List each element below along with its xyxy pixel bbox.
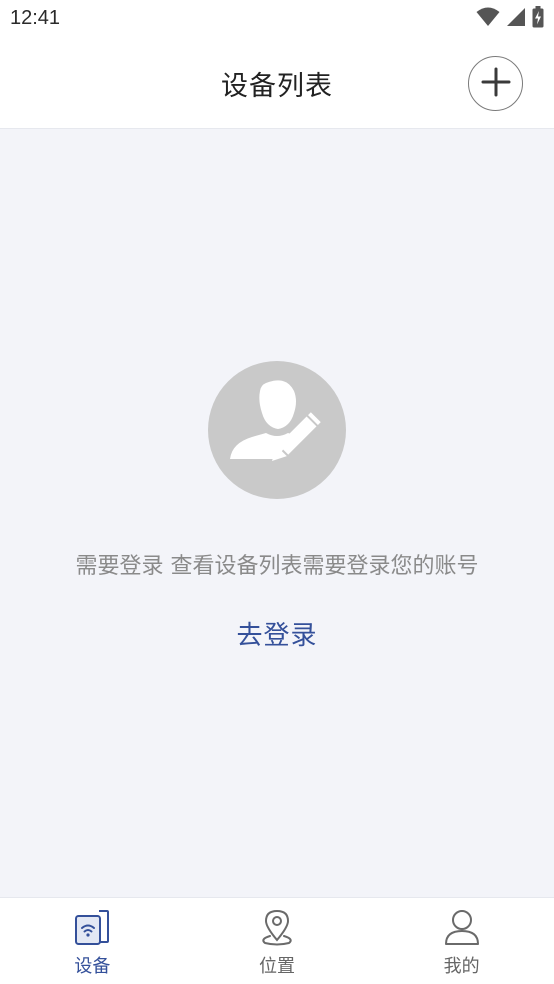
wifi-icon	[476, 7, 500, 31]
tab-location-label: 位置	[259, 956, 295, 977]
go-login-link[interactable]: 去登录	[236, 621, 317, 651]
app-header: 设备列表	[0, 38, 554, 129]
plus-icon	[480, 66, 512, 102]
user-edit-icon	[208, 380, 346, 499]
user-icon	[442, 907, 482, 947]
status-icons	[476, 6, 544, 32]
battery-charging-icon	[532, 6, 544, 32]
tab-mine[interactable]: 我的	[369, 898, 554, 984]
login-link-row: 去登录	[0, 615, 554, 652]
tab-mine-label: 我的	[443, 956, 480, 977]
device-wifi-icon	[72, 907, 112, 947]
tab-devices-label: 设备	[74, 956, 111, 977]
add-device-button[interactable]	[468, 56, 523, 111]
tab-location[interactable]: 位置	[185, 898, 370, 984]
status-time: 12:41	[10, 7, 61, 29]
device-list-empty-state: 需要登录 查看设备列表需要登录您的账号 去登录	[0, 129, 554, 897]
signal-icon	[506, 7, 526, 31]
status-bar: 12:41	[0, 0, 554, 38]
login-hint-text: 需要登录 查看设备列表需要登录您的账号	[75, 554, 479, 579]
tab-devices[interactable]: 设备	[0, 898, 185, 984]
location-pin-icon	[257, 907, 297, 947]
bottom-tab-bar: 设备 位置 我的	[0, 897, 554, 984]
avatar	[208, 361, 346, 499]
